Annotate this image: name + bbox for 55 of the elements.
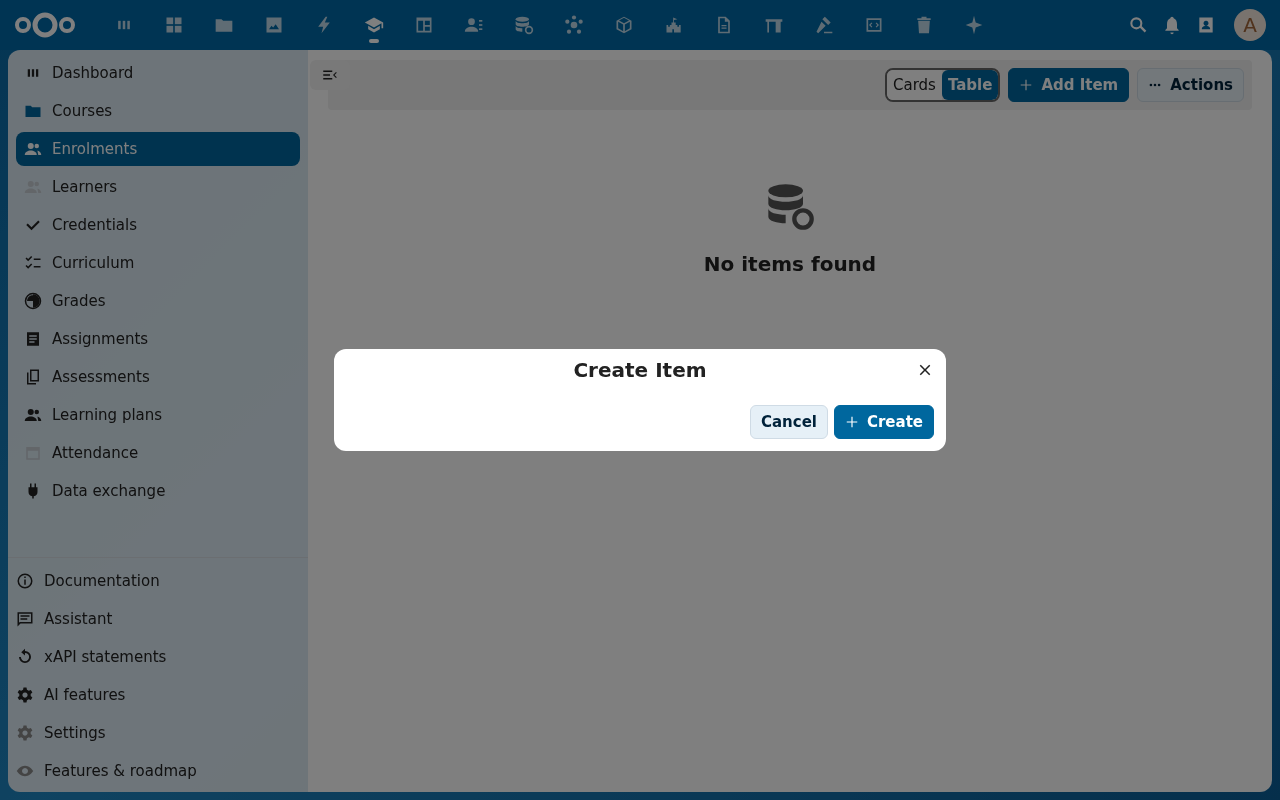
grid-icon[interactable] xyxy=(164,15,184,35)
people-icon xyxy=(24,140,42,158)
sparkle-icon[interactable] xyxy=(964,15,984,35)
trash-icon[interactable] xyxy=(914,15,934,35)
people-icon xyxy=(24,406,42,424)
chat-icon xyxy=(16,610,34,628)
add-item-button[interactable]: Add Item xyxy=(1008,68,1130,102)
plus-icon xyxy=(1019,78,1034,92)
note-icon xyxy=(24,330,42,348)
logo-icon[interactable] xyxy=(14,11,76,39)
sidebar-item[interactable]: xAPI statements xyxy=(8,640,308,674)
sidebar-item[interactable]: Assessments xyxy=(16,360,300,394)
view-option[interactable]: Table xyxy=(941,70,999,100)
search-icon[interactable] xyxy=(1128,15,1148,35)
sidebar-item[interactable]: Enrolments xyxy=(16,132,300,166)
plus-icon xyxy=(844,415,859,429)
castle-icon[interactable] xyxy=(664,15,684,35)
sidebar-item[interactable]: AI features xyxy=(8,678,308,712)
contacts-icon[interactable] xyxy=(1196,15,1216,35)
sidebar-item[interactable]: Grades xyxy=(16,284,300,318)
sidebar-item[interactable]: Curriculum xyxy=(16,246,300,280)
empty-message: No items found xyxy=(703,252,877,276)
info-icon xyxy=(16,572,34,590)
dialog-title: Create Item xyxy=(573,357,707,383)
pie-icon xyxy=(24,292,42,310)
actions-button[interactable]: Actions xyxy=(1137,68,1244,102)
gear-icon xyxy=(16,724,34,742)
sidebar-item[interactable]: Learners xyxy=(16,170,300,204)
sidebar-item[interactable]: Courses xyxy=(16,94,300,128)
network-icon[interactable] xyxy=(564,15,584,35)
database-icon[interactable] xyxy=(514,15,534,35)
copy-icon xyxy=(24,368,42,386)
cancel-button[interactable]: Cancel xyxy=(749,405,828,439)
gear-icon xyxy=(16,686,34,704)
sidebar-item[interactable]: Data exchange xyxy=(16,474,300,508)
sidebar-item[interactable]: Attendance xyxy=(16,436,300,470)
code-window-icon[interactable] xyxy=(864,15,884,35)
layout-icon[interactable] xyxy=(414,15,434,35)
sidebar-item[interactable]: Dashboard xyxy=(16,56,300,90)
cube-icon[interactable] xyxy=(614,15,634,35)
sidebar-item[interactable]: Settings xyxy=(8,716,308,750)
bell-icon[interactable] xyxy=(1162,15,1182,35)
person-list-icon[interactable] xyxy=(464,15,484,35)
sidebar-item[interactable]: Assistant xyxy=(8,602,308,636)
image-icon[interactable] xyxy=(264,15,284,35)
user-avatar[interactable]: A xyxy=(1234,9,1266,41)
view-option[interactable]: Cards xyxy=(887,70,942,100)
sidebar-item[interactable]: Features & roadmap xyxy=(8,754,308,788)
refresh-icon xyxy=(16,648,34,666)
sidebar-item[interactable]: Documentation xyxy=(8,564,308,598)
sidebar-item[interactable]: Assignments xyxy=(16,322,300,356)
create-button[interactable]: Create xyxy=(833,405,934,439)
graduation-cap-icon[interactable] xyxy=(364,15,384,35)
sidebar-item[interactable]: Learning plans xyxy=(16,398,300,432)
sidebar-item[interactable]: Credentials xyxy=(16,208,300,242)
